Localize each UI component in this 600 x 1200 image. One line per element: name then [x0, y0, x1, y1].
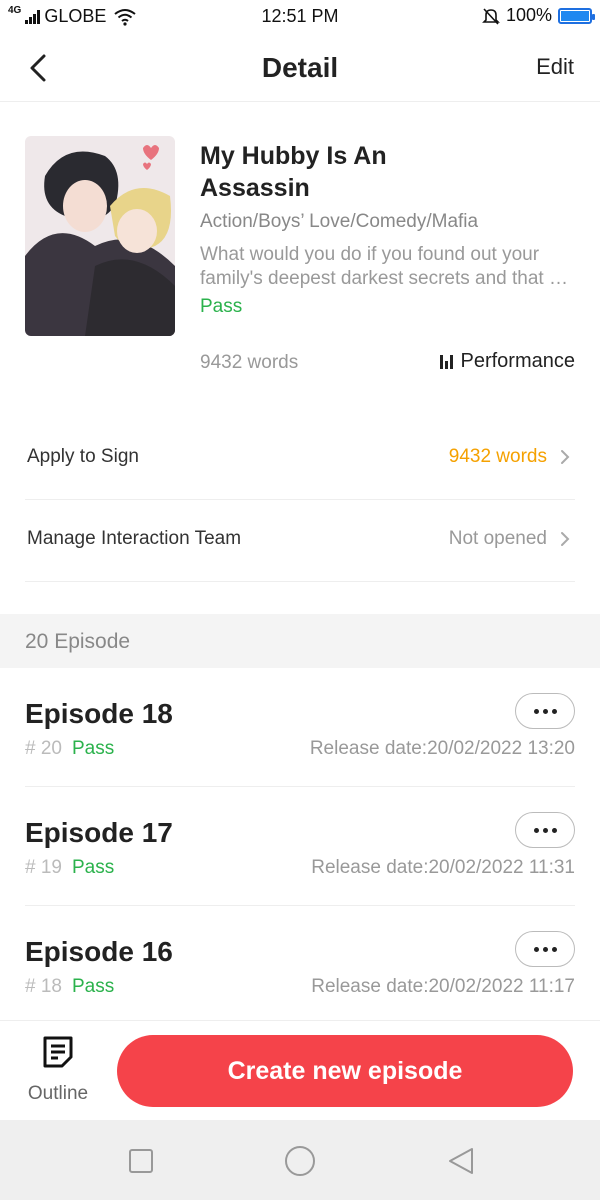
bar-chart-icon — [439, 354, 453, 369]
episodes-section-header: 20 Episode — [0, 614, 600, 668]
row-value: 9432 words — [448, 446, 547, 467]
book-genres: Action/Boys’ Love/Comedy/Mafia — [200, 211, 479, 232]
episode-item[interactable]: Episode 17 # 19 Pass Release date:20/02/… — [25, 787, 575, 906]
description-line: family's deepest darkest secrets and tha… — [200, 268, 575, 289]
episode-status: Pass — [72, 976, 115, 997]
episode-title: Episode 16 — [25, 936, 173, 967]
battery-icon — [558, 7, 595, 24]
page-title: Detail — [261, 52, 339, 83]
chevron-right-icon — [557, 442, 573, 472]
episode-title: Episode 17 — [25, 817, 173, 848]
edit-button[interactable]: Edit — [536, 54, 574, 80]
status-bar: 4G GLOBE 12:51 PM 100% — [0, 0, 600, 34]
episode-status: Pass — [72, 857, 115, 878]
system-nav-bar — [0, 1120, 600, 1200]
episode-status: Pass — [72, 738, 115, 759]
episode-release-date: Release date:20/02/2022 13:20 — [309, 738, 575, 759]
episode-release-date: Release date:20/02/2022 11:17 — [311, 976, 575, 997]
book-title-line: My Hubby Is An — [200, 142, 387, 170]
book-title-line: Assassin — [200, 174, 310, 202]
episode-title: Episode 18 — [25, 698, 173, 729]
chevron-right-icon — [557, 524, 573, 554]
episode-item[interactable]: Episode 18 # 20 Pass Release date:20/02/… — [25, 668, 575, 787]
episode-number: # 18 — [25, 976, 62, 997]
top-nav: Detail Edit — [0, 34, 600, 102]
episode-release-date: Release date:20/02/2022 11:31 — [311, 857, 575, 878]
book-description: What would you do if you found out your … — [200, 243, 575, 291]
home-button[interactable] — [283, 1144, 317, 1178]
document-list-icon — [42, 1035, 74, 1069]
bottom-action-bar: Outline Create new episode — [0, 1020, 600, 1120]
episode-item[interactable]: Episode 16 # 18 Pass Release date:20/02/… — [25, 906, 575, 1025]
book-status: Pass — [200, 296, 243, 317]
episode-number: # 20 — [25, 738, 62, 759]
recent-apps-button[interactable] — [124, 1144, 158, 1178]
description-line: What would you do if you found out your — [200, 244, 540, 265]
book-title: My Hubby Is An Assassin — [200, 140, 560, 204]
create-new-episode-button[interactable]: Create new episode — [117, 1035, 573, 1107]
back-nav-button[interactable] — [444, 1144, 478, 1178]
battery-percent: 100% — [505, 5, 552, 25]
triangle-back-icon — [449, 1148, 473, 1174]
mute-bell-icon — [482, 7, 500, 25]
more-options-button[interactable] — [515, 693, 575, 729]
book-word-count: 9432 words — [200, 352, 299, 373]
status-right: 100% — [482, 5, 595, 26]
row-label: Manage Interaction Team — [27, 528, 242, 549]
performance-button[interactable]: Performance — [439, 350, 576, 373]
more-options-button[interactable] — [515, 812, 575, 848]
battery-fill — [561, 10, 589, 21]
episode-number: # 19 — [25, 857, 62, 878]
row-label: Apply to Sign — [27, 446, 139, 467]
outline-label: Outline — [27, 1083, 89, 1104]
row-value: Not opened — [448, 528, 547, 549]
apply-to-sign-row[interactable]: Apply to Sign 9432 words — [25, 418, 575, 500]
episode-count-label: 20 Episode — [25, 630, 131, 653]
book-cover-image[interactable] — [25, 136, 175, 336]
performance-label: Performance — [460, 350, 576, 372]
manage-interaction-team-row[interactable]: Manage Interaction Team Not opened — [25, 500, 575, 582]
more-options-button[interactable] — [515, 931, 575, 967]
circle-icon — [285, 1146, 315, 1176]
square-icon — [129, 1149, 153, 1173]
outline-button[interactable]: Outline — [20, 1035, 96, 1109]
